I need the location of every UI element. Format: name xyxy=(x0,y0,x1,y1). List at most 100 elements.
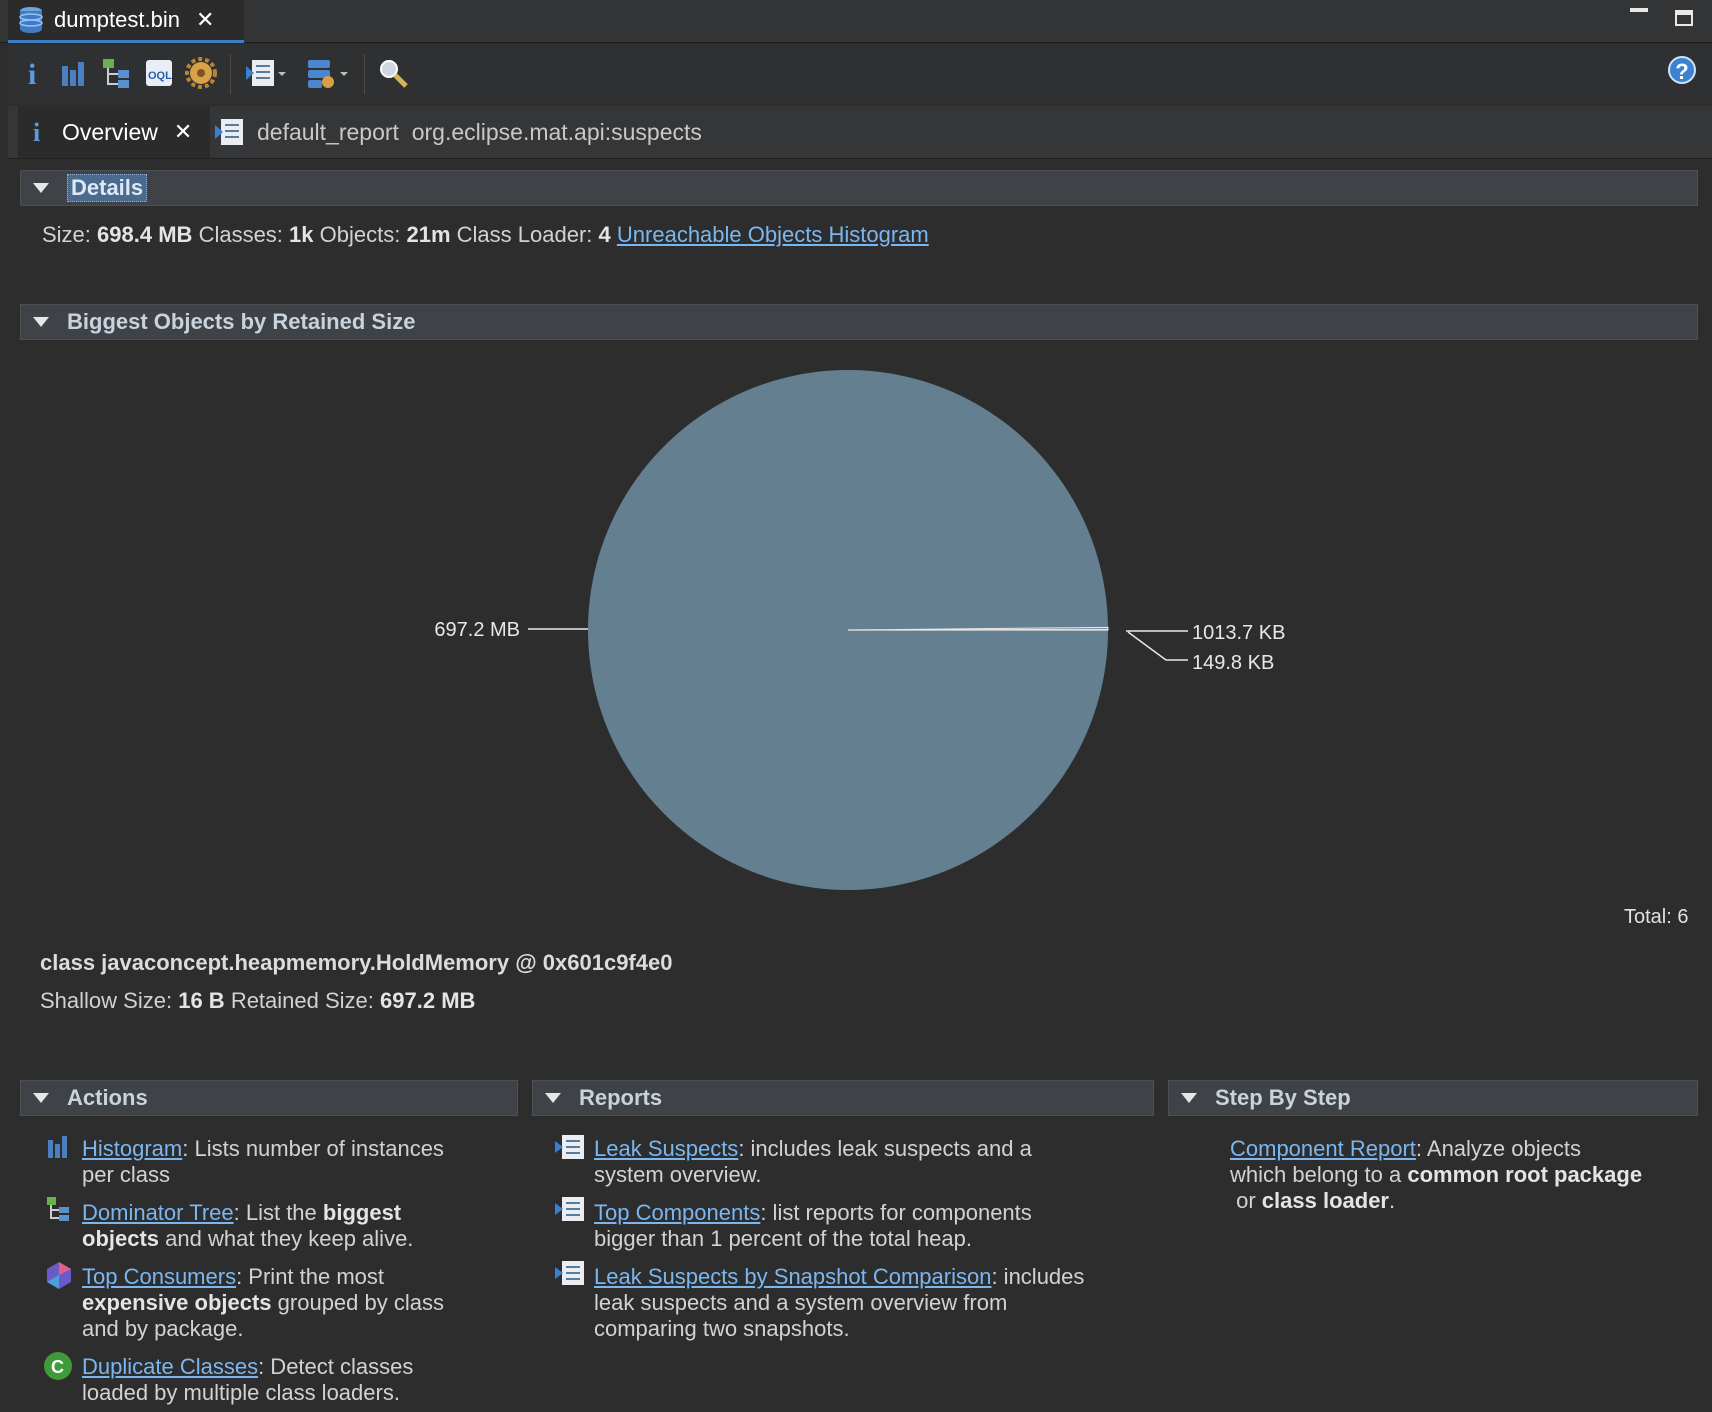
histogram-icon xyxy=(48,1136,67,1158)
dominator-tree-link[interactable]: Dominator Tree xyxy=(82,1200,234,1225)
pie-label-149kb: 149.8 KB xyxy=(1192,652,1274,674)
oql-icon[interactable]: OQL xyxy=(142,56,176,90)
tab-default-report-label: default_report org.eclipse.mat.api:suspe… xyxy=(257,118,702,145)
item-text: which belong to a xyxy=(1230,1162,1408,1187)
inner-tabbar: i Overview ✕ default_report org.eclipse.… xyxy=(8,106,1712,159)
top-consumers-link[interactable]: Top Consumers xyxy=(82,1264,236,1289)
retained-size-value: 697.2 MB xyxy=(380,988,476,1013)
collapse-triangle-icon[interactable] xyxy=(33,1093,49,1103)
item-text: . xyxy=(1388,1188,1396,1213)
maximize-icon[interactable] xyxy=(1675,10,1693,26)
reports-section-header[interactable]: Reports xyxy=(532,1080,1154,1116)
item-text: : list reports for components xyxy=(760,1200,1032,1225)
classloader-value: 4 xyxy=(598,222,611,247)
collapse-triangle-icon[interactable] xyxy=(1181,1093,1197,1103)
close-icon[interactable]: ✕ xyxy=(174,119,192,145)
top-consumers-icon xyxy=(47,1262,71,1289)
help-icon[interactable]: ? xyxy=(1668,56,1696,84)
shallow-size-value: 16 B xyxy=(178,988,225,1013)
list-item-component-report: Component Report: Analyze objects which … xyxy=(1230,1136,1700,1214)
selected-object-sizes: Shallow Size: 16 B Retained Size: 697.2 … xyxy=(40,988,475,1014)
dominator-tree-icon xyxy=(47,1197,69,1221)
collapse-triangle-icon[interactable] xyxy=(545,1093,561,1103)
toolbar-separator xyxy=(230,54,231,94)
item-text: : includes leak suspects and a xyxy=(738,1136,1032,1161)
item-text: : Detect classes xyxy=(258,1354,414,1379)
details-section-header[interactable]: Details xyxy=(20,170,1698,206)
histogram-link[interactable]: Histogram xyxy=(82,1136,182,1161)
shallow-size-label: Shallow Size: xyxy=(40,988,173,1013)
item-text: bigger than 1 percent of the total heap. xyxy=(594,1226,972,1251)
database-icon xyxy=(19,7,43,33)
item-bold-text: objects xyxy=(82,1226,160,1251)
leak-suspects-comparison-link[interactable]: Leak Suspects by Snapshot Comparison xyxy=(594,1264,991,1289)
info-icon[interactable]: i xyxy=(18,56,52,90)
item-text: leak suspects and a system overview from xyxy=(594,1290,1008,1315)
editor-tabbar: dumptest.bin ✕ xyxy=(0,0,1712,43)
retained-size-label: Retained Size: xyxy=(230,988,374,1013)
item-text: : Analyze objects xyxy=(1415,1136,1581,1161)
svg-text:C: C xyxy=(51,1357,64,1377)
item-text: loaded by multiple class loaders. xyxy=(82,1380,400,1405)
collapse-triangle-icon[interactable] xyxy=(33,183,49,193)
duplicate-classes-icon: C xyxy=(44,1352,72,1380)
item-text: : Print the most xyxy=(236,1264,385,1289)
report-icon xyxy=(555,1261,584,1285)
objects-value: 21m xyxy=(406,222,451,247)
toolbar: i OQL xyxy=(8,44,1712,104)
classes-label: Classes: xyxy=(198,222,283,247)
size-value: 698.4 MB xyxy=(97,222,193,247)
tab-default-report[interactable]: default_report org.eclipse.mat.api:suspe… xyxy=(213,106,702,158)
info-icon: i xyxy=(33,118,40,147)
list-item-leak-suspects: Leak Suspects: includes leak suspects an… xyxy=(594,1136,1154,1188)
dominator-tree-icon[interactable] xyxy=(100,56,134,90)
report-icon xyxy=(555,1197,584,1221)
pie-leader-line xyxy=(1127,631,1188,661)
details-title: Details xyxy=(67,174,148,202)
size-label: Size: xyxy=(42,222,91,247)
leak-suspects-link[interactable]: Leak Suspects xyxy=(594,1136,738,1161)
item-text: system overview. xyxy=(594,1162,762,1187)
biggest-objects-pie-chart[interactable]: 697.2 MB 1013.7 KB 149.8 KB xyxy=(0,330,1712,900)
item-bold-text: biggest xyxy=(322,1200,402,1225)
item-bold-text: class loader xyxy=(1261,1188,1389,1213)
list-item-top-components: Top Components: list reports for compone… xyxy=(594,1200,1154,1252)
svg-text:i: i xyxy=(33,118,40,147)
classloader-label: Class Loader: xyxy=(456,222,593,247)
pie-total-label: Total: 6 xyxy=(1624,906,1688,928)
duplicate-classes-link[interactable]: Duplicate Classes xyxy=(82,1354,258,1379)
editor-tab-dumptest[interactable]: dumptest.bin ✕ xyxy=(8,0,244,43)
pie-label-697mb: 697.2 MB xyxy=(434,619,520,641)
item-text: grouped by class xyxy=(271,1290,444,1315)
step-by-step-title: Step By Step xyxy=(1215,1085,1351,1110)
list-item-histogram: Histogram: Lists number of instances per… xyxy=(82,1136,502,1188)
item-bold-text: expensive objects xyxy=(82,1290,272,1315)
tab-overview-label: Overview xyxy=(62,118,158,145)
unreachable-objects-histogram-link[interactable]: Unreachable Objects Histogram xyxy=(617,222,929,247)
selected-object-class: class javaconcept.heapmemory.HoldMemory … xyxy=(40,950,673,975)
gear-icon[interactable] xyxy=(184,56,218,90)
search-icon[interactable] xyxy=(376,56,410,90)
actions-title: Actions xyxy=(67,1085,148,1110)
close-icon[interactable]: ✕ xyxy=(196,7,214,33)
top-components-link[interactable]: Top Components xyxy=(594,1200,760,1225)
list-item-top-consumers: Top Consumers: Print the most expensive … xyxy=(82,1264,502,1342)
svg-text:OQL: OQL xyxy=(148,70,172,82)
actions-section-header[interactable]: Actions xyxy=(20,1080,518,1116)
item-text: or xyxy=(1230,1188,1262,1213)
objects-label: Objects: xyxy=(319,222,401,247)
toolbar-separator xyxy=(364,54,365,94)
details-summary: Size: 698.4 MB Classes: 1k Objects: 21m … xyxy=(42,222,929,248)
query-icon[interactable] xyxy=(304,56,348,90)
minimize-icon[interactable] xyxy=(1630,8,1648,12)
collapse-triangle-icon[interactable] xyxy=(33,317,49,327)
pie-label-1013kb: 1013.7 KB xyxy=(1192,622,1285,644)
item-text: : Lists number of instances xyxy=(182,1136,444,1161)
component-report-link[interactable]: Component Report xyxy=(1230,1136,1416,1161)
report-icon[interactable] xyxy=(244,56,288,90)
tab-overview[interactable]: i Overview ✕ xyxy=(18,106,210,158)
svg-text:i: i xyxy=(28,58,36,90)
histogram-icon[interactable] xyxy=(58,56,92,90)
item-text: and what they keep alive. xyxy=(159,1226,414,1251)
step-by-step-section-header[interactable]: Step By Step xyxy=(1168,1080,1698,1116)
